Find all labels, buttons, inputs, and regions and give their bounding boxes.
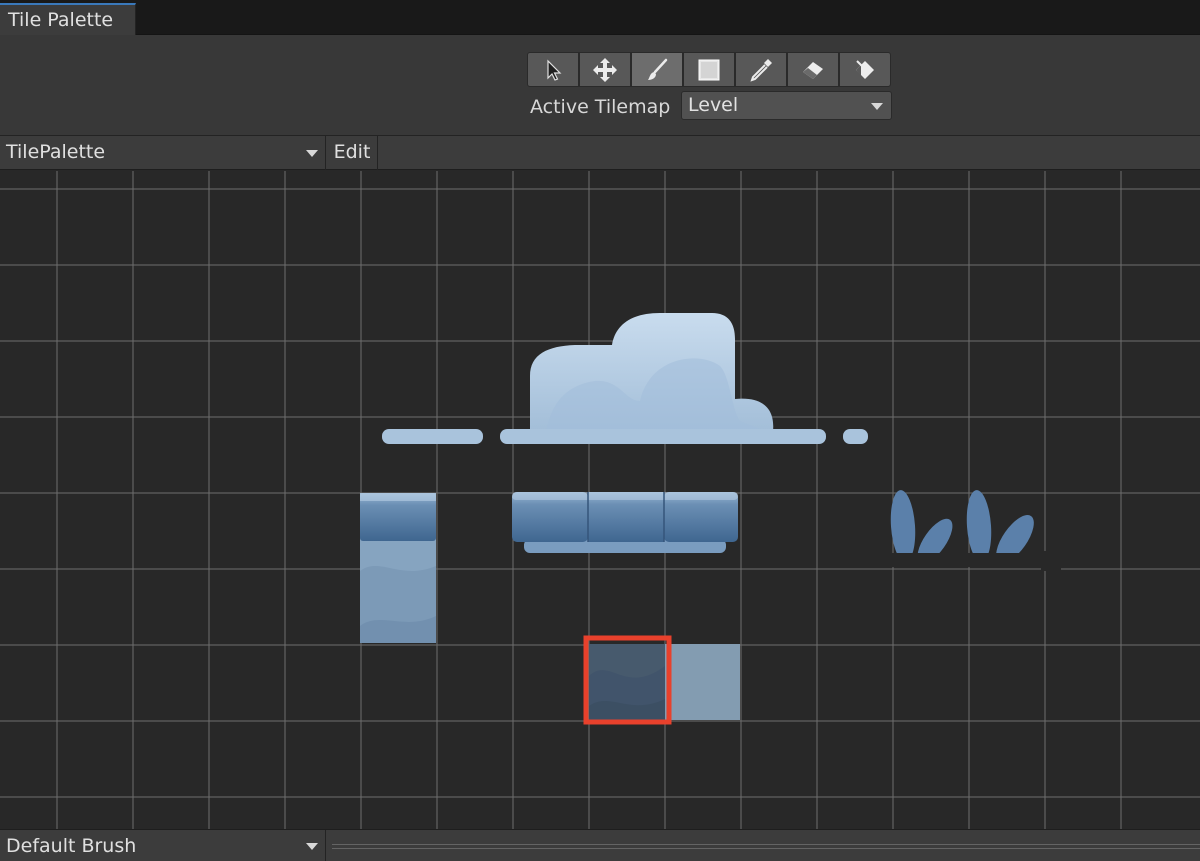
palette-dropdown[interactable]: TilePalette [0,136,326,170]
brush-value: Default Brush [6,835,137,857]
tab-tile-palette[interactable]: Tile Palette [0,3,136,35]
brush-splitter[interactable] [332,844,1200,849]
wall-column-tile-icon[interactable] [360,493,436,643]
chevron-down-icon [306,843,318,850]
chevron-down-icon [871,103,883,110]
rectangle-icon [698,59,720,80]
palette-grid [0,171,1200,829]
water-tile-icon[interactable] [589,644,665,720]
solid-tile-icon[interactable] [665,644,740,720]
palette-value: TilePalette [6,141,106,163]
erase-tool-button[interactable] [787,52,839,87]
move-arrows-icon [593,57,617,82]
bottom-bar: Default Brush [0,829,1200,861]
palette-grid-canvas[interactable] [0,171,1200,829]
cloud-tile-icon[interactable] [382,313,868,444]
toolbar-area: Active Tilemap Level [0,35,1200,136]
paint-tool-button[interactable] [631,52,683,87]
fill-tool-button[interactable] [839,52,891,87]
paint-bucket-icon [856,59,874,79]
brush-icon [648,58,668,80]
picker-tool-button[interactable] [735,52,787,87]
chevron-down-icon [306,150,318,157]
palette-bar: TilePalette Edit [0,136,1200,170]
active-tilemap-dropdown[interactable]: Level [681,91,892,120]
eyedropper-icon [750,58,772,82]
move-tool-button[interactable] [579,52,631,87]
eraser-icon [803,61,823,79]
brush-dropdown[interactable]: Default Brush [0,830,326,861]
box-fill-tool-button[interactable] [683,52,735,87]
tab-bar: Tile Palette [0,0,1200,35]
edit-button[interactable]: Edit [327,136,378,170]
active-tilemap-value: Level [688,94,739,116]
arrow-cursor-icon [547,59,562,81]
platform-tile-icon[interactable] [512,492,738,553]
select-tool-button[interactable] [527,52,579,87]
active-tilemap-label: Active Tilemap [530,96,671,118]
tool-group [527,52,891,87]
grass-plant-tile-icon[interactable] [889,489,1061,571]
